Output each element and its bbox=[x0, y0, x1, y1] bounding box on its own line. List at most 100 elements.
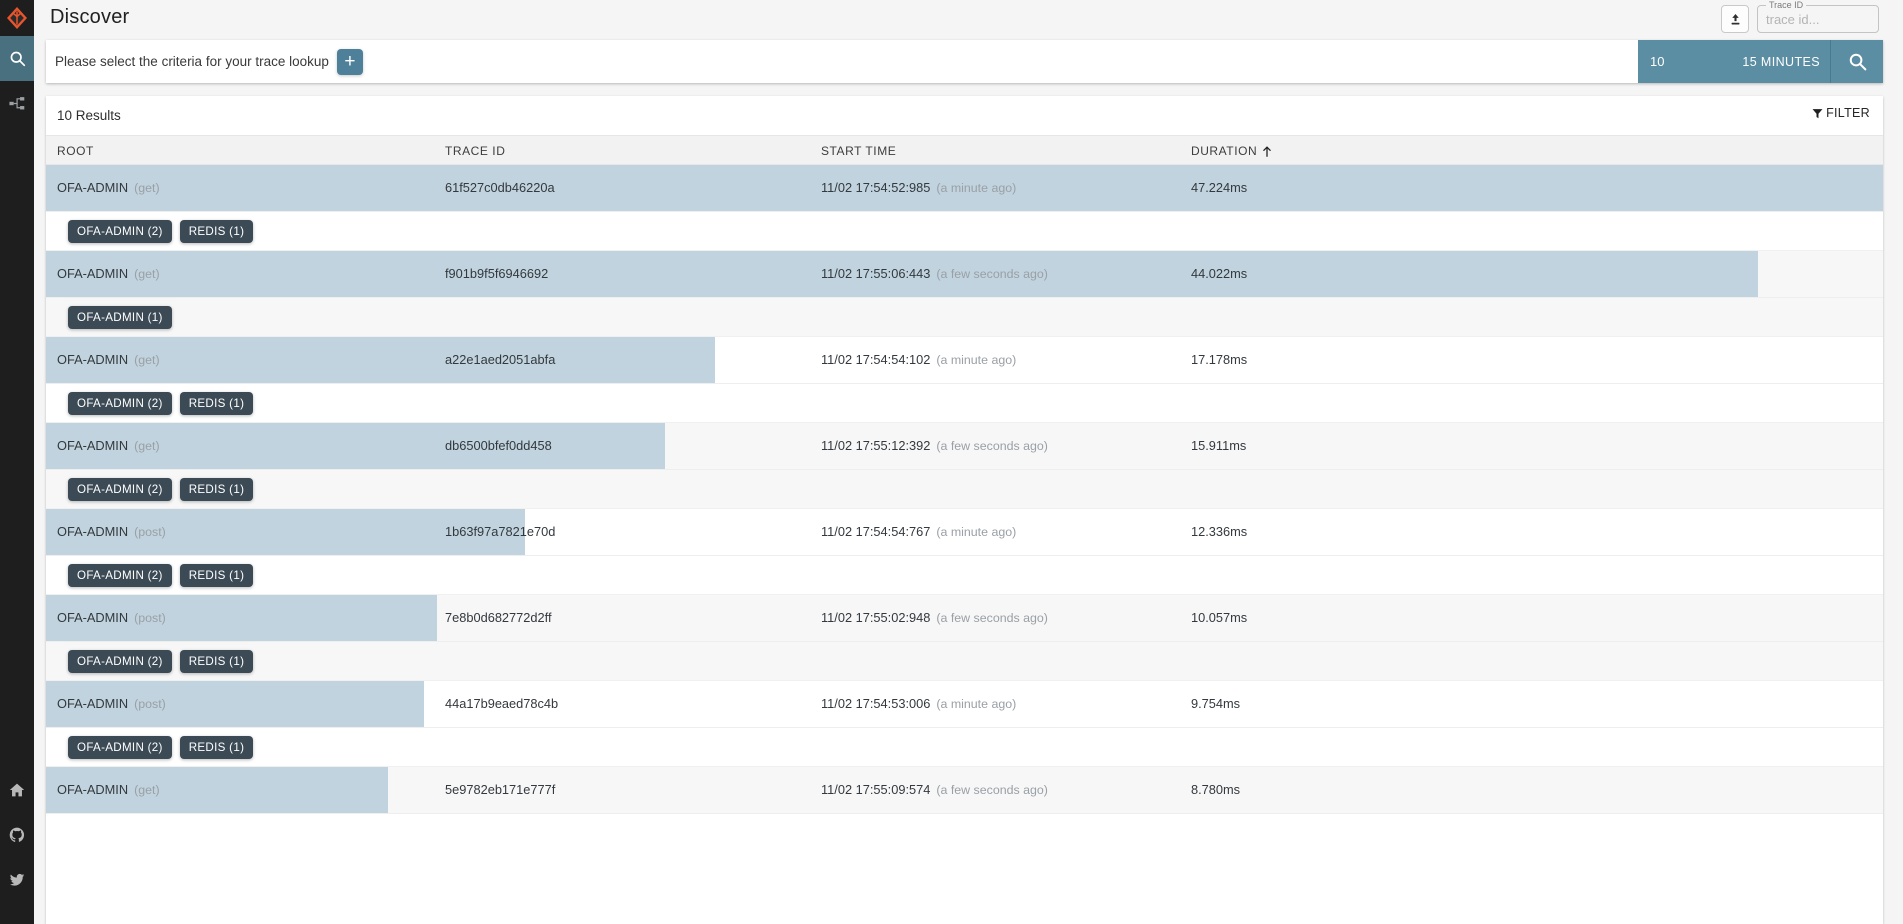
table-row[interactable]: OFA-ADMIN (get) db6500bfef0dd458 11/02 17:5… bbox=[46, 423, 1883, 470]
app-header: Discover Trace ID bbox=[34, 0, 1903, 40]
lookback-selector[interactable]: 15 MINUTES bbox=[1700, 40, 1830, 83]
table-row[interactable]: OFA-ADMIN (get) 5e9782eb171e777f 11/02 17:5… bbox=[46, 767, 1883, 814]
start-relative: (a minute ago) bbox=[936, 353, 1017, 367]
row-duration: 10.057ms bbox=[1191, 610, 1248, 625]
service-chip[interactable]: OFA-ADMIN (2) bbox=[68, 735, 172, 759]
root-service: OFA-ADMIN bbox=[57, 524, 129, 539]
column-header-root[interactable]: ROOT bbox=[57, 144, 94, 158]
start-timestamp: 11/02 17:55:02:948 bbox=[821, 610, 931, 625]
start-timestamp: 11/02 17:55:06:443 bbox=[821, 266, 931, 281]
root-service: OFA-ADMIN bbox=[57, 610, 129, 625]
root-span: (get) bbox=[134, 353, 160, 367]
row-root: OFA-ADMIN (post) bbox=[57, 610, 166, 625]
add-criteria-button[interactable]: + bbox=[336, 48, 363, 75]
row-duration: 44.022ms bbox=[1191, 266, 1248, 281]
start-relative: (a few seconds ago) bbox=[936, 783, 1048, 797]
row-root: OFA-ADMIN (get) bbox=[57, 180, 160, 195]
filter-button[interactable]: FILTER bbox=[1812, 106, 1870, 120]
results-rows: OFA-ADMIN (get) 61f527c0db46220a 11/02 17:5… bbox=[46, 165, 1883, 814]
results-count: 10 Results bbox=[57, 108, 121, 123]
row-trace-id: a22e1aed2051abfa bbox=[445, 352, 556, 367]
row-root: OFA-ADMIN (post) bbox=[57, 696, 166, 711]
result-limit-selector[interactable]: 10 bbox=[1638, 40, 1700, 83]
row-root: OFA-ADMIN (get) bbox=[57, 266, 160, 281]
twitter-icon bbox=[9, 872, 25, 888]
service-chip[interactable]: REDIS (1) bbox=[179, 563, 254, 587]
column-header-trace-id[interactable]: TRACE ID bbox=[445, 144, 505, 158]
results-card: 10 Results FILTER ROOT TRACE ID START TI… bbox=[46, 96, 1883, 924]
service-chip[interactable]: OFA-ADMIN (2) bbox=[68, 649, 172, 673]
table-row[interactable]: OFA-ADMIN (post) 1b63f97a7821e70d 11/02 17:… bbox=[46, 509, 1883, 556]
run-search-button[interactable] bbox=[1830, 40, 1883, 83]
service-chip-row: OFA-ADMIN (2) REDIS (1) bbox=[46, 470, 1883, 509]
row-duration: 47.224ms bbox=[1191, 180, 1248, 195]
start-relative: (a few seconds ago) bbox=[936, 611, 1048, 625]
row-duration: 12.336ms bbox=[1191, 524, 1248, 539]
service-chip[interactable]: REDIS (1) bbox=[179, 219, 254, 243]
sidebar bbox=[0, 0, 34, 924]
service-chip[interactable]: REDIS (1) bbox=[179, 477, 254, 501]
service-chip-row: OFA-ADMIN (1) bbox=[46, 298, 1883, 337]
start-timestamp: 11/02 17:55:09:574 bbox=[821, 782, 931, 797]
search-icon bbox=[1848, 52, 1867, 71]
start-timestamp: 11/02 17:54:53:006 bbox=[821, 696, 931, 711]
zipkin-logo[interactable] bbox=[0, 0, 34, 36]
column-header-duration[interactable]: DURATION bbox=[1191, 144, 1272, 158]
service-chip[interactable]: REDIS (1) bbox=[179, 735, 254, 759]
upload-icon bbox=[1729, 13, 1742, 26]
funnel-icon bbox=[1812, 108, 1823, 119]
criteria-area[interactable]: Please select the criteria for your trac… bbox=[46, 40, 1638, 83]
table-row[interactable]: OFA-ADMIN (post) 44a17b9eaed78c4b 11/02 17:… bbox=[46, 681, 1883, 728]
sidebar-item-discover[interactable] bbox=[0, 36, 34, 81]
sidebar-twitter-link[interactable] bbox=[0, 857, 34, 902]
row-trace-id: db6500bfef0dd458 bbox=[445, 438, 552, 453]
service-chip-row: OFA-ADMIN (2) REDIS (1) bbox=[46, 384, 1883, 423]
root-span: (post) bbox=[134, 697, 166, 711]
row-root: OFA-ADMIN (post) bbox=[57, 524, 166, 539]
row-duration: 8.780ms bbox=[1191, 782, 1241, 797]
start-relative: (a few seconds ago) bbox=[936, 267, 1048, 281]
service-chip[interactable]: OFA-ADMIN (2) bbox=[68, 477, 172, 501]
table-row[interactable]: OFA-ADMIN (post) 7e8b0d682772d2ff 11/02 17:… bbox=[46, 595, 1883, 642]
upload-json-button[interactable] bbox=[1721, 5, 1749, 33]
service-chip-row: OFA-ADMIN (2) REDIS (1) bbox=[46, 728, 1883, 767]
sidebar-item-dependencies[interactable] bbox=[0, 81, 34, 126]
table-row[interactable]: OFA-ADMIN (get) a22e1aed2051abfa 11/02 17:5… bbox=[46, 337, 1883, 384]
trace-id-field[interactable]: Trace ID bbox=[1757, 0, 1879, 33]
row-start-time: 11/02 17:55:06:443 (a few seconds ago) bbox=[821, 266, 1048, 281]
search-bar: Please select the criteria for your trac… bbox=[46, 40, 1883, 83]
start-relative: (a few seconds ago) bbox=[936, 439, 1048, 453]
column-header-start-time[interactable]: START TIME bbox=[821, 144, 896, 158]
service-chip[interactable]: OFA-ADMIN (2) bbox=[68, 391, 172, 415]
row-root: OFA-ADMIN (get) bbox=[57, 438, 160, 453]
row-start-time: 11/02 17:55:02:948 (a few seconds ago) bbox=[821, 610, 1048, 625]
root-span: (get) bbox=[134, 181, 160, 195]
root-service: OFA-ADMIN bbox=[57, 266, 129, 281]
search-icon bbox=[9, 50, 26, 67]
trace-id-group: Trace ID bbox=[1721, 0, 1879, 33]
row-trace-id: 7e8b0d682772d2ff bbox=[445, 610, 552, 625]
start-timestamp: 11/02 17:55:12:392 bbox=[821, 438, 931, 453]
arrow-up-icon bbox=[1262, 146, 1272, 157]
row-trace-id: f901b9f5f6946692 bbox=[445, 266, 549, 281]
root-service: OFA-ADMIN bbox=[57, 352, 129, 367]
start-timestamp: 11/02 17:54:52:985 bbox=[821, 180, 931, 195]
root-span: (post) bbox=[134, 611, 166, 625]
sidebar-github-link[interactable] bbox=[0, 812, 34, 857]
root-span: (get) bbox=[134, 439, 160, 453]
start-timestamp: 11/02 17:54:54:102 bbox=[821, 352, 931, 367]
page-title: Discover bbox=[50, 6, 130, 28]
row-start-time: 11/02 17:55:09:574 (a few seconds ago) bbox=[821, 782, 1048, 797]
table-row[interactable]: OFA-ADMIN (get) 61f527c0db46220a 11/02 17:5… bbox=[46, 165, 1883, 212]
row-start-time: 11/02 17:55:12:392 (a few seconds ago) bbox=[821, 438, 1048, 453]
service-chip-row: OFA-ADMIN (2) REDIS (1) bbox=[46, 212, 1883, 251]
service-chip[interactable]: OFA-ADMIN (2) bbox=[68, 563, 172, 587]
service-chip[interactable]: REDIS (1) bbox=[179, 649, 254, 673]
service-chip[interactable]: OFA-ADMIN (1) bbox=[68, 305, 172, 329]
service-chip[interactable]: REDIS (1) bbox=[179, 391, 254, 415]
trace-id-legend: Trace ID bbox=[1766, 0, 1807, 11]
service-chip[interactable]: OFA-ADMIN (2) bbox=[68, 219, 172, 243]
table-header-row: ROOT TRACE ID START TIME DURATION bbox=[46, 135, 1883, 165]
table-row[interactable]: OFA-ADMIN (get) f901b9f5f6946692 11/02 17:5… bbox=[46, 251, 1883, 298]
sidebar-home-link[interactable] bbox=[0, 767, 34, 812]
